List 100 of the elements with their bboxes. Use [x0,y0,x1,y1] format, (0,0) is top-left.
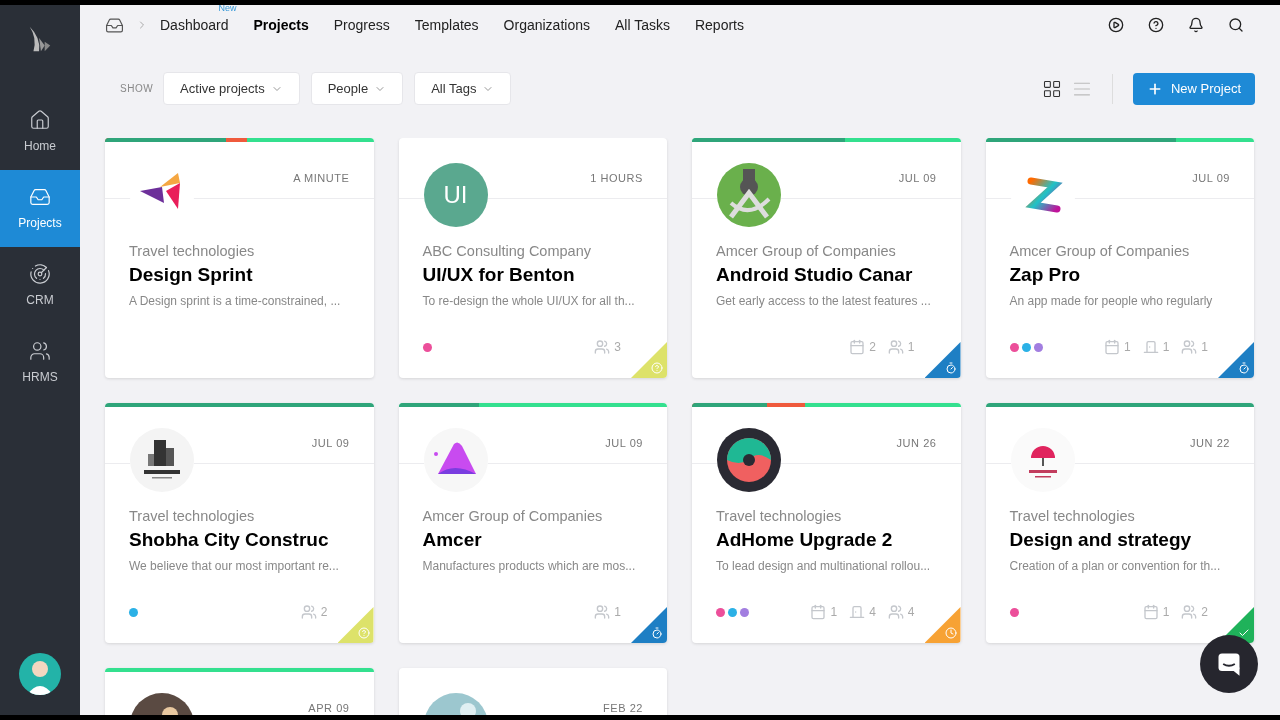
project-title: Zap Pro [1009,263,1082,287]
project-card[interactable]: JUL 09 Amcer Group of Companies Android Studio Canar Get early access to the latest features ... 2 1 [692,138,961,378]
project-title: UI/UX for Benton [422,263,576,287]
project-description: An app made for people who regularly [1009,293,1214,310]
door-icon [849,604,866,620]
stat-count: 1 [1162,339,1170,356]
question-icon [651,362,663,374]
calendar-icon [810,604,827,620]
card-date: JUL 09 [898,171,937,186]
project-description: To re-design the whole UI/UX for all th... [422,293,636,310]
project-card[interactable]: JUN 22 Travel technologies Design and strategy Creation of a plan or convention for th... 1 2 [985,403,1254,643]
initials-avatar: UI [423,163,488,227]
project-description: Creation of a plan or convention for th... [1009,558,1222,575]
timer-icon [651,627,663,639]
card-date: JUL 09 [605,436,643,451]
stat-count: 1 [1201,339,1208,356]
people-icon [1181,339,1198,355]
nav-link[interactable]: Projects [253,17,309,33]
nav-link[interactable]: Progress [333,17,390,33]
card-date: JUN 22 [1190,436,1230,451]
help-icon[interactable] [1148,17,1164,33]
calendar-icon [849,339,866,355]
radar-icon [29,262,51,285]
people-icon [594,339,611,355]
sidebar-item[interactable]: CRM [0,247,80,324]
show-label: SHOW [120,82,154,96]
project-card[interactable]: 1 HOURS UI ABC Consulting Company UI/UX for Benton To re-design the whole UI/UX for all th... 3 [398,138,667,378]
project-card[interactable]: JUL 09 Travel technologies Shobha City Construc We believe that our most important re... 2 [105,403,374,643]
stat-count: 4 [907,604,915,621]
card-date: A MINUTE [293,171,350,186]
stat-count: 1 [1162,604,1170,621]
grid-view-icon[interactable] [1041,78,1062,99]
project-card[interactable]: JUL 09 Amcer Group of Companies Zap Pro An app made for people who regularly 1 1 1 [985,138,1254,378]
company-name: Travel technologies [1009,507,1136,526]
calendar-icon [1142,604,1159,620]
ring-logo-icon [717,428,781,492]
project-title: Amcer [422,528,483,552]
filter-dropdown[interactable]: People [310,72,404,105]
stat-count: 1 [614,604,621,621]
question-icon [357,627,370,639]
bell-icon[interactable] [1188,17,1204,33]
play-icon[interactable] [1108,17,1124,33]
door-icon [1142,339,1159,355]
sidebar-item[interactable]: HRMS [0,324,80,401]
android-logo-icon [717,163,781,227]
people-icon [300,604,317,620]
project-description: We believe that our most important re... [129,558,340,575]
check-icon [1238,627,1250,639]
building-logo-icon [130,428,194,492]
stat-count: 2 [869,339,876,356]
new-project-button[interactable]: New Project [1132,72,1255,105]
company-name: Amcer Group of Companies [422,507,604,526]
sidebar-item[interactable]: Home [0,93,80,170]
company-name: Amcer Group of Companies [1009,242,1191,261]
project-description: Get early access to the latest features ... [716,293,932,310]
user-avatar[interactable] [19,653,61,695]
company-name: Travel technologies [129,507,256,526]
nav-link[interactable]: Templates [414,17,479,33]
people-icon [29,339,51,362]
project-card[interactable]: APR 09 [105,668,374,715]
project-card[interactable]: JUL 09 Amcer Group of Companies Amcer Manufactures products which are mos... 1 [398,403,667,643]
stat-count: 2 [1201,604,1208,621]
card-date: JUN 26 [896,436,937,451]
wave-logo-icon [423,428,488,492]
search-icon[interactable] [1228,17,1244,33]
stat-count: 1 [830,604,838,621]
filter-dropdown[interactable]: All Tags [414,72,512,105]
people-icon [887,339,904,355]
project-title: Design Sprint [129,263,254,287]
company-name: ABC Consulting Company [422,242,592,261]
clock-icon [944,627,957,639]
nav-link[interactable]: Organizations [503,17,590,33]
stat-count: 1 [1123,339,1131,356]
company-name: Amcer Group of Companies [716,242,897,261]
stat-count: 2 [320,604,328,621]
stat-count: 4 [869,604,876,621]
stat-count: 3 [614,339,621,356]
filter-dropdown[interactable]: Active projects [163,72,300,105]
nav-link[interactable]: Reports [694,17,744,33]
project-card[interactable]: FEB 22 [398,668,667,715]
project-title: Android Studio Canar [716,263,914,287]
project-card[interactable]: A MINUTE Travel technologies Design Sprint A Design sprint is a time-constrained, ... [105,138,374,378]
new-label: New [218,5,237,13]
project-description: To lead design and multinational rollou... [716,558,932,575]
project-title: Design and strategy [1009,528,1193,552]
people-icon [594,604,611,620]
card-date: 1 HOURS [590,171,643,186]
nav-link[interactable]: All Tasks [615,17,670,33]
timer-icon [1238,362,1250,374]
sidebar-item[interactable]: Projects [0,170,80,247]
project-card[interactable]: JUN 26 Travel technologies AdHome Upgrade 2 To lead design and multinational rollou... 1 4 4 [692,403,961,643]
card-date: FEB 22 [603,701,643,715]
project-description: A Design sprint is a time-constrained, ... [129,293,342,310]
company-name: Travel technologies [129,242,256,261]
card-date: JUL 09 [311,436,350,451]
nav-link[interactable]: Dashboard [160,17,229,33]
people-icon [1181,604,1198,620]
home-icon [29,108,51,131]
calendar-icon [1103,339,1120,355]
project-title: Shobha City Construc [129,528,330,552]
